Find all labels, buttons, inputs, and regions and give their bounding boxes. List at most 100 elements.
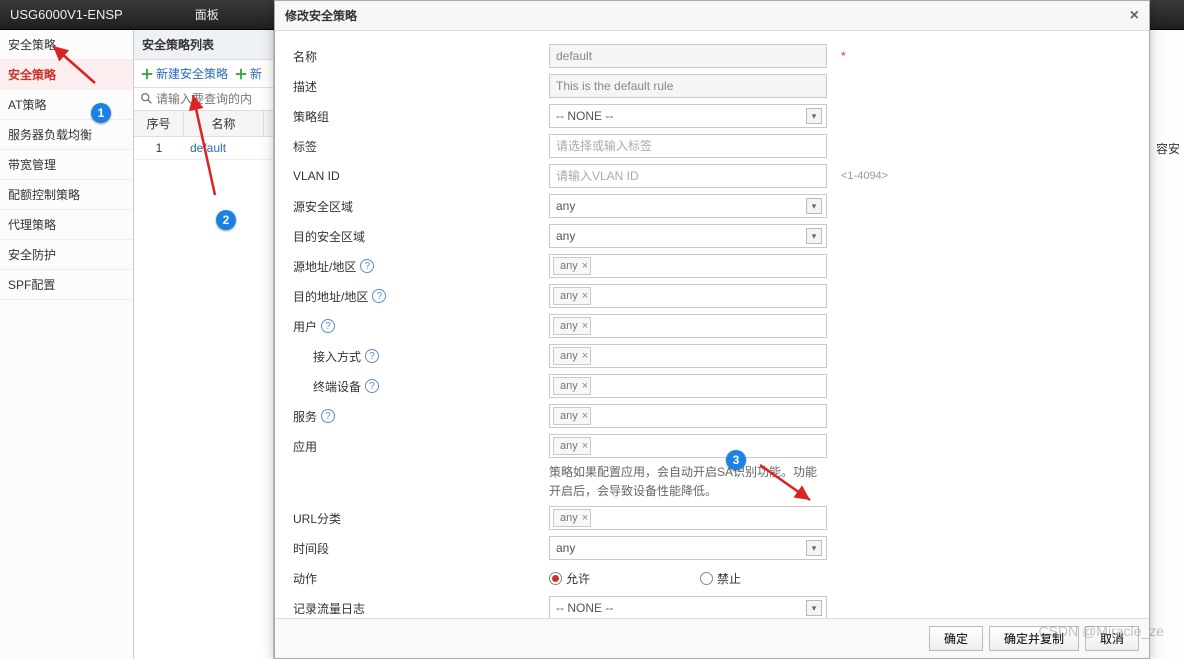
- right-label-fragment: 容安: [1156, 140, 1180, 157]
- srcaddr-tagbox[interactable]: any×: [549, 254, 827, 278]
- new-policy-button[interactable]: 新建安全策略: [140, 65, 228, 82]
- search-icon: [140, 92, 154, 106]
- new-button2-label: 新: [250, 65, 262, 82]
- any-chip: any×: [553, 509, 591, 527]
- app-tagbox[interactable]: any×: [549, 434, 827, 458]
- chevron-down-icon: ▾: [806, 108, 822, 124]
- sidebar-item-3[interactable]: 服务器负载均衡: [0, 120, 133, 150]
- any-chip: any×: [553, 317, 591, 335]
- dstzone-select[interactable]: any▾: [549, 224, 827, 248]
- help-icon[interactable]: ?: [321, 409, 335, 423]
- red-arrow-2: [185, 90, 225, 200]
- help-icon[interactable]: ?: [365, 349, 379, 363]
- cancel-button[interactable]: 取消: [1085, 626, 1139, 651]
- any-chip: any×: [553, 377, 591, 395]
- chevron-down-icon: ▾: [806, 228, 822, 244]
- vlan-hint: <1-4094>: [841, 170, 888, 182]
- group-value: -- NONE --: [556, 109, 613, 123]
- required-star: *: [841, 49, 846, 63]
- sidebar-item-5[interactable]: 配额控制策略: [0, 180, 133, 210]
- lbl-desc: 描述: [289, 78, 549, 95]
- lbl-service: 服务?: [289, 408, 549, 425]
- help-icon[interactable]: ?: [365, 379, 379, 393]
- user-tagbox[interactable]: any×: [549, 314, 827, 338]
- radio-selected-icon: [549, 572, 562, 585]
- sidebar-item-8[interactable]: SPF配置: [0, 270, 133, 300]
- any-chip: any×: [553, 407, 591, 425]
- remove-chip-icon[interactable]: ×: [582, 350, 588, 362]
- action-deny-radio[interactable]: 禁止: [700, 570, 741, 587]
- any-chip: any×: [553, 437, 591, 455]
- help-icon[interactable]: ?: [360, 259, 374, 273]
- new-button2[interactable]: 新: [234, 65, 262, 82]
- desc-input[interactable]: [549, 74, 827, 98]
- any-chip: any×: [553, 287, 591, 305]
- lbl-time: 时间段: [289, 540, 549, 557]
- any-chip: any×: [553, 257, 591, 275]
- tab-panel[interactable]: 面板: [183, 1, 231, 28]
- lbl-user: 用户?: [289, 318, 549, 335]
- lbl-name: 名称: [289, 48, 549, 65]
- chevron-down-icon: ▾: [806, 198, 822, 214]
- sidebar-item-2[interactable]: AT策略: [0, 90, 133, 120]
- remove-chip-icon[interactable]: ×: [582, 440, 588, 452]
- dialog-body: 名称 * 描述 策略组 -- NONE -- ▾ 标签 VLAN ID: [275, 31, 1149, 618]
- close-icon[interactable]: ×: [1130, 7, 1139, 25]
- annotation-bubble-3: 3: [726, 450, 746, 470]
- access-tagbox[interactable]: any×: [549, 344, 827, 368]
- lbl-dstzone: 目的安全区域: [289, 228, 549, 245]
- sidebar-item-4[interactable]: 带宽管理: [0, 150, 133, 180]
- chevron-down-icon: ▾: [806, 600, 822, 616]
- sidebar-item-7[interactable]: 安全防护: [0, 240, 133, 270]
- lbl-terminal: 终端设备?: [289, 378, 549, 395]
- policy-toolbar: 新建安全策略 新: [134, 60, 273, 88]
- sidebar-item-6[interactable]: 代理策略: [0, 210, 133, 240]
- tag-input[interactable]: [549, 134, 827, 158]
- trafficlog-select[interactable]: -- NONE --▾: [549, 596, 827, 618]
- remove-chip-icon[interactable]: ×: [582, 290, 588, 302]
- new-policy-label: 新建安全策略: [156, 65, 228, 82]
- dialog-footer: 确定 确定并复制 取消: [275, 618, 1149, 658]
- cell-idx: 1: [134, 137, 184, 159]
- action-allow-radio[interactable]: 允许: [549, 570, 590, 587]
- red-arrow-1: [45, 38, 105, 88]
- plus-icon: [140, 67, 154, 81]
- lbl-trafficlog: 记录流量日志: [289, 600, 549, 617]
- col-idx: 序号: [134, 111, 184, 136]
- left-sidebar: 安全策略 安全策略 AT策略 服务器负载均衡 带宽管理 配额控制策略 代理策略 …: [0, 30, 134, 659]
- remove-chip-icon[interactable]: ×: [582, 320, 588, 332]
- lbl-app: 应用: [289, 438, 549, 455]
- radio-icon: [700, 572, 713, 585]
- time-select[interactable]: any▾: [549, 536, 827, 560]
- ok-button[interactable]: 确定: [929, 626, 983, 651]
- lbl-vlan: VLAN ID: [289, 169, 549, 183]
- srczone-select[interactable]: any▾: [549, 194, 827, 218]
- lbl-action: 动作: [289, 570, 549, 587]
- annotation-bubble-2: 2: [216, 210, 236, 230]
- any-chip: any×: [553, 347, 591, 365]
- lbl-srcaddr: 源地址/地区?: [289, 258, 549, 275]
- help-icon[interactable]: ?: [372, 289, 386, 303]
- group-select[interactable]: -- NONE -- ▾: [549, 104, 827, 128]
- vlan-input[interactable]: [549, 164, 827, 188]
- lbl-tag: 标签: [289, 138, 549, 155]
- plus-icon: [234, 67, 248, 81]
- remove-chip-icon[interactable]: ×: [582, 260, 588, 272]
- edit-policy-dialog: 修改安全策略 × 名称 * 描述 策略组 -- NONE -- ▾ 标签: [274, 0, 1150, 659]
- dstaddr-tagbox[interactable]: any×: [549, 284, 827, 308]
- help-icon[interactable]: ?: [321, 319, 335, 333]
- name-input[interactable]: [549, 44, 827, 68]
- remove-chip-icon[interactable]: ×: [582, 410, 588, 422]
- terminal-tagbox[interactable]: any×: [549, 374, 827, 398]
- ok-copy-button[interactable]: 确定并复制: [989, 626, 1079, 651]
- lbl-access: 接入方式?: [289, 348, 549, 365]
- remove-chip-icon[interactable]: ×: [582, 512, 588, 524]
- lbl-group: 策略组: [289, 108, 549, 125]
- service-tagbox[interactable]: any×: [549, 404, 827, 428]
- dialog-title: 修改安全策略: [285, 7, 357, 24]
- dialog-header: 修改安全策略 ×: [275, 1, 1149, 31]
- policy-list-title: 安全策略列表: [134, 30, 273, 60]
- lbl-url: URL分类: [289, 510, 549, 527]
- remove-chip-icon[interactable]: ×: [582, 380, 588, 392]
- red-arrow-3: [755, 460, 825, 510]
